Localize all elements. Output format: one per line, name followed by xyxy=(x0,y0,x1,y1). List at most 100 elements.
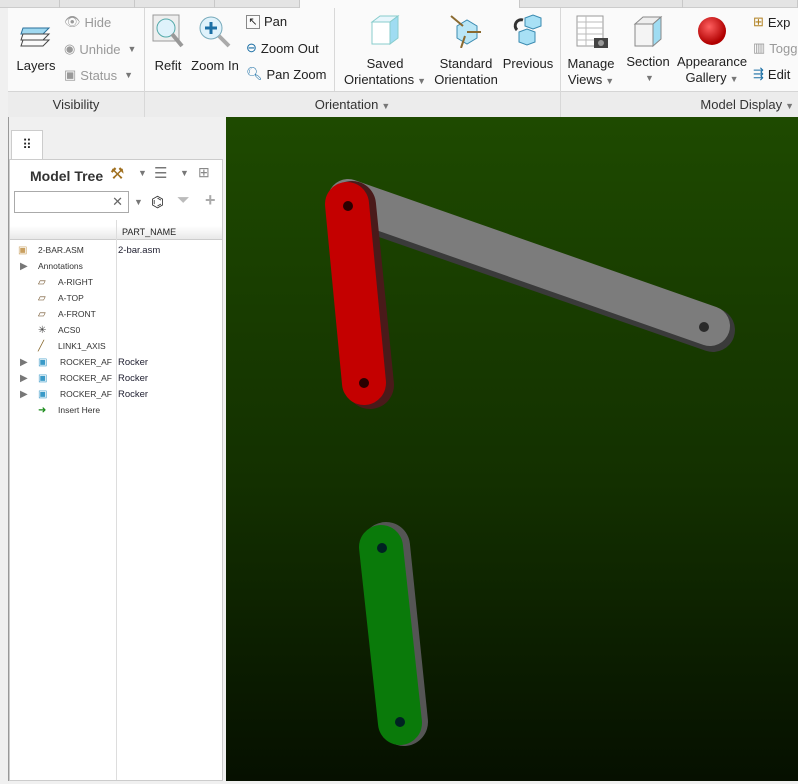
pan-zoom-button[interactable]: 🔍︎ Pan Zoom xyxy=(246,66,327,82)
pan-zoom-icon: 🔍︎ xyxy=(246,66,263,81)
ribbon-tab[interactable] xyxy=(573,0,683,8)
saved-label: Saved xyxy=(366,56,404,71)
section-button[interactable]: Section ▼ xyxy=(622,14,674,86)
insert-arrow-icon: ➜ xyxy=(38,404,47,416)
model-tree-tab[interactable]: ⠿ xyxy=(11,130,43,160)
add-plus-icon[interactable]: + xyxy=(205,190,216,211)
pin-hole xyxy=(377,543,387,553)
zoom-in-label: Zoom In xyxy=(191,58,239,73)
tree-item[interactable]: ▱ A-FRONT xyxy=(10,306,222,322)
ribbon-tab[interactable] xyxy=(683,0,798,8)
orientation-label: Orientation xyxy=(434,72,498,87)
hide-label: Hide xyxy=(84,14,112,30)
explode-button[interactable]: ⊞ Exp xyxy=(753,14,790,30)
clear-x-icon[interactable]: ✕ xyxy=(112,194,123,210)
datum-plane-icon: ▱ xyxy=(38,308,46,320)
manage-views-button[interactable]: Manage Views ▼ xyxy=(564,14,618,89)
unhide-button[interactable]: ◉ Unhide ▼ xyxy=(64,41,136,57)
expand-arrow-icon[interactable]: ▶ xyxy=(20,373,28,384)
edit-button[interactable]: ⇶ Edit xyxy=(753,66,790,82)
status-button[interactable]: ▣ Status ▼ xyxy=(64,67,133,83)
model-canvas[interactable] xyxy=(226,117,798,781)
tree-item-label: ROCKER_AF xyxy=(60,389,112,399)
zoom-out-label: Zoom Out xyxy=(260,40,319,56)
tree-item[interactable]: ▶ ▣ ROCKER_AF Rocker xyxy=(10,354,222,370)
part-icon: ▣ xyxy=(38,372,48,384)
datum-plane-icon: ▱ xyxy=(38,292,46,304)
model-display-group-label[interactable]: Model Display ▼ xyxy=(561,91,798,117)
pin-hole xyxy=(359,378,369,388)
ribbon-tab-active[interactable] xyxy=(300,0,520,8)
layers-button[interactable]: Layers xyxy=(12,20,60,74)
red-sphere-icon xyxy=(698,17,726,45)
previous-button[interactable]: Previous xyxy=(502,14,554,72)
tree-item-label: LINK1_AXIS xyxy=(58,341,106,351)
tree-item[interactable]: ▱ A-TOP xyxy=(10,290,222,306)
chevron-down-icon[interactable]: ▼ xyxy=(180,168,189,178)
tree-item[interactable]: ╱ LINK1_AXIS xyxy=(10,338,222,354)
chevron-down-icon: ▼ xyxy=(127,44,137,54)
model-tree-panel: Model Tree ⚒ ▼ ☰ ▼ ⊞ ✕ ▼ ⌬ ⏷ + PART_NAME… xyxy=(9,159,223,781)
chevron-down-icon[interactable]: ▼ xyxy=(134,197,143,207)
search-input[interactable]: ✕ xyxy=(14,191,129,213)
tree-item-label: ACS0 xyxy=(58,325,81,335)
tree-item-part-name: Rocker xyxy=(118,356,149,368)
green-link[interactable] xyxy=(359,522,428,746)
tree-item-part-name: 2-bar.asm xyxy=(118,244,161,256)
model-tree-title: Model Tree xyxy=(30,168,104,184)
assembly-icon: ▣ xyxy=(18,244,28,256)
tree-item-label: A-FRONT xyxy=(58,309,96,319)
tree-item[interactable]: ✳ ACS0 xyxy=(10,322,222,338)
tree-item-part-name: Rocker xyxy=(118,388,149,400)
tree-item[interactable]: ▶ ▣ ROCKER_AF Rocker xyxy=(10,386,222,402)
chevron-down-icon[interactable]: ▼ xyxy=(138,168,147,178)
unhide-label: Unhide xyxy=(79,41,121,57)
ribbon-tab[interactable] xyxy=(60,0,135,8)
previous-label: Previous xyxy=(502,56,554,71)
show-list-icon[interactable]: ☰ xyxy=(154,164,167,182)
tree-item[interactable]: ▶ ▣ ROCKER_AF Rocker xyxy=(10,370,222,386)
standard-label: Standard xyxy=(439,56,493,71)
binoculars-icon[interactable]: ⌬ xyxy=(151,193,164,211)
chevron-down-icon: ▼ xyxy=(124,70,134,80)
tree-item[interactable]: ▱ A-RIGHT xyxy=(10,274,222,290)
hide-button[interactable]: 👁 Hide xyxy=(64,14,111,30)
zoom-out-button[interactable]: ⊖ Zoom Out xyxy=(246,40,319,56)
manage-views-label: Views ▼ xyxy=(567,72,615,87)
eye-icon: ◉ xyxy=(64,41,76,56)
chevron-down-icon: ▼ xyxy=(417,76,426,86)
tree-item-part-name: Rocker xyxy=(118,372,149,384)
graphics-viewport[interactable] xyxy=(226,117,798,781)
tree-item[interactable]: ▣ 2-BAR.ASM 2-bar.asm xyxy=(10,242,222,258)
expand-arrow-icon[interactable]: ▶ xyxy=(20,389,28,400)
manage-label: Manage xyxy=(567,56,615,71)
tree-item-label: Annotations xyxy=(38,261,83,271)
red-link[interactable] xyxy=(325,181,394,409)
orientation-group-label[interactable]: Orientation ▼ xyxy=(145,91,560,117)
saved-orientations-button[interactable]: Saved Orientations ▼ xyxy=(342,14,428,89)
saved-orientations-label: Orientations ▼ xyxy=(343,72,426,87)
gray-link[interactable] xyxy=(326,179,735,352)
pan-cursor-icon: ↖ xyxy=(246,14,260,29)
saved-orientations-cube-icon xyxy=(370,15,400,45)
column-header-part-name[interactable]: PART_NAME xyxy=(122,227,176,237)
tree-filter-visibility-icon[interactable]: ⊞ xyxy=(198,164,210,181)
ribbon-tab[interactable] xyxy=(0,0,60,8)
tree-item[interactable]: ▶ Annotations xyxy=(10,258,222,274)
tree-item[interactable]: ➜ Insert Here xyxy=(10,402,222,418)
filter-funnel-icon[interactable]: ⏷ xyxy=(177,192,190,210)
refit-button[interactable]: Refit xyxy=(150,14,186,74)
hide-eye-icon: 👁 xyxy=(64,14,81,29)
pan-button[interactable]: ↖ Pan xyxy=(246,14,287,29)
expand-arrow-icon[interactable]: ▶ xyxy=(20,357,28,368)
appearance-gallery-button[interactable]: Appearance Gallery ▼ xyxy=(676,14,748,87)
explode-icon: ⊞ xyxy=(753,14,764,29)
ribbon-tab[interactable] xyxy=(135,0,215,8)
ribbon-tab[interactable] xyxy=(215,0,300,8)
settings-tools-icon[interactable]: ⚒ xyxy=(110,164,124,184)
refit-label: Refit xyxy=(154,58,182,73)
datum-plane-icon: ▱ xyxy=(38,276,46,288)
toggle-button[interactable]: ▥ Togg xyxy=(753,40,798,56)
standard-orientation-button[interactable]: Standard Orientation xyxy=(432,14,500,88)
zoom-in-button[interactable]: Zoom In xyxy=(190,14,240,74)
